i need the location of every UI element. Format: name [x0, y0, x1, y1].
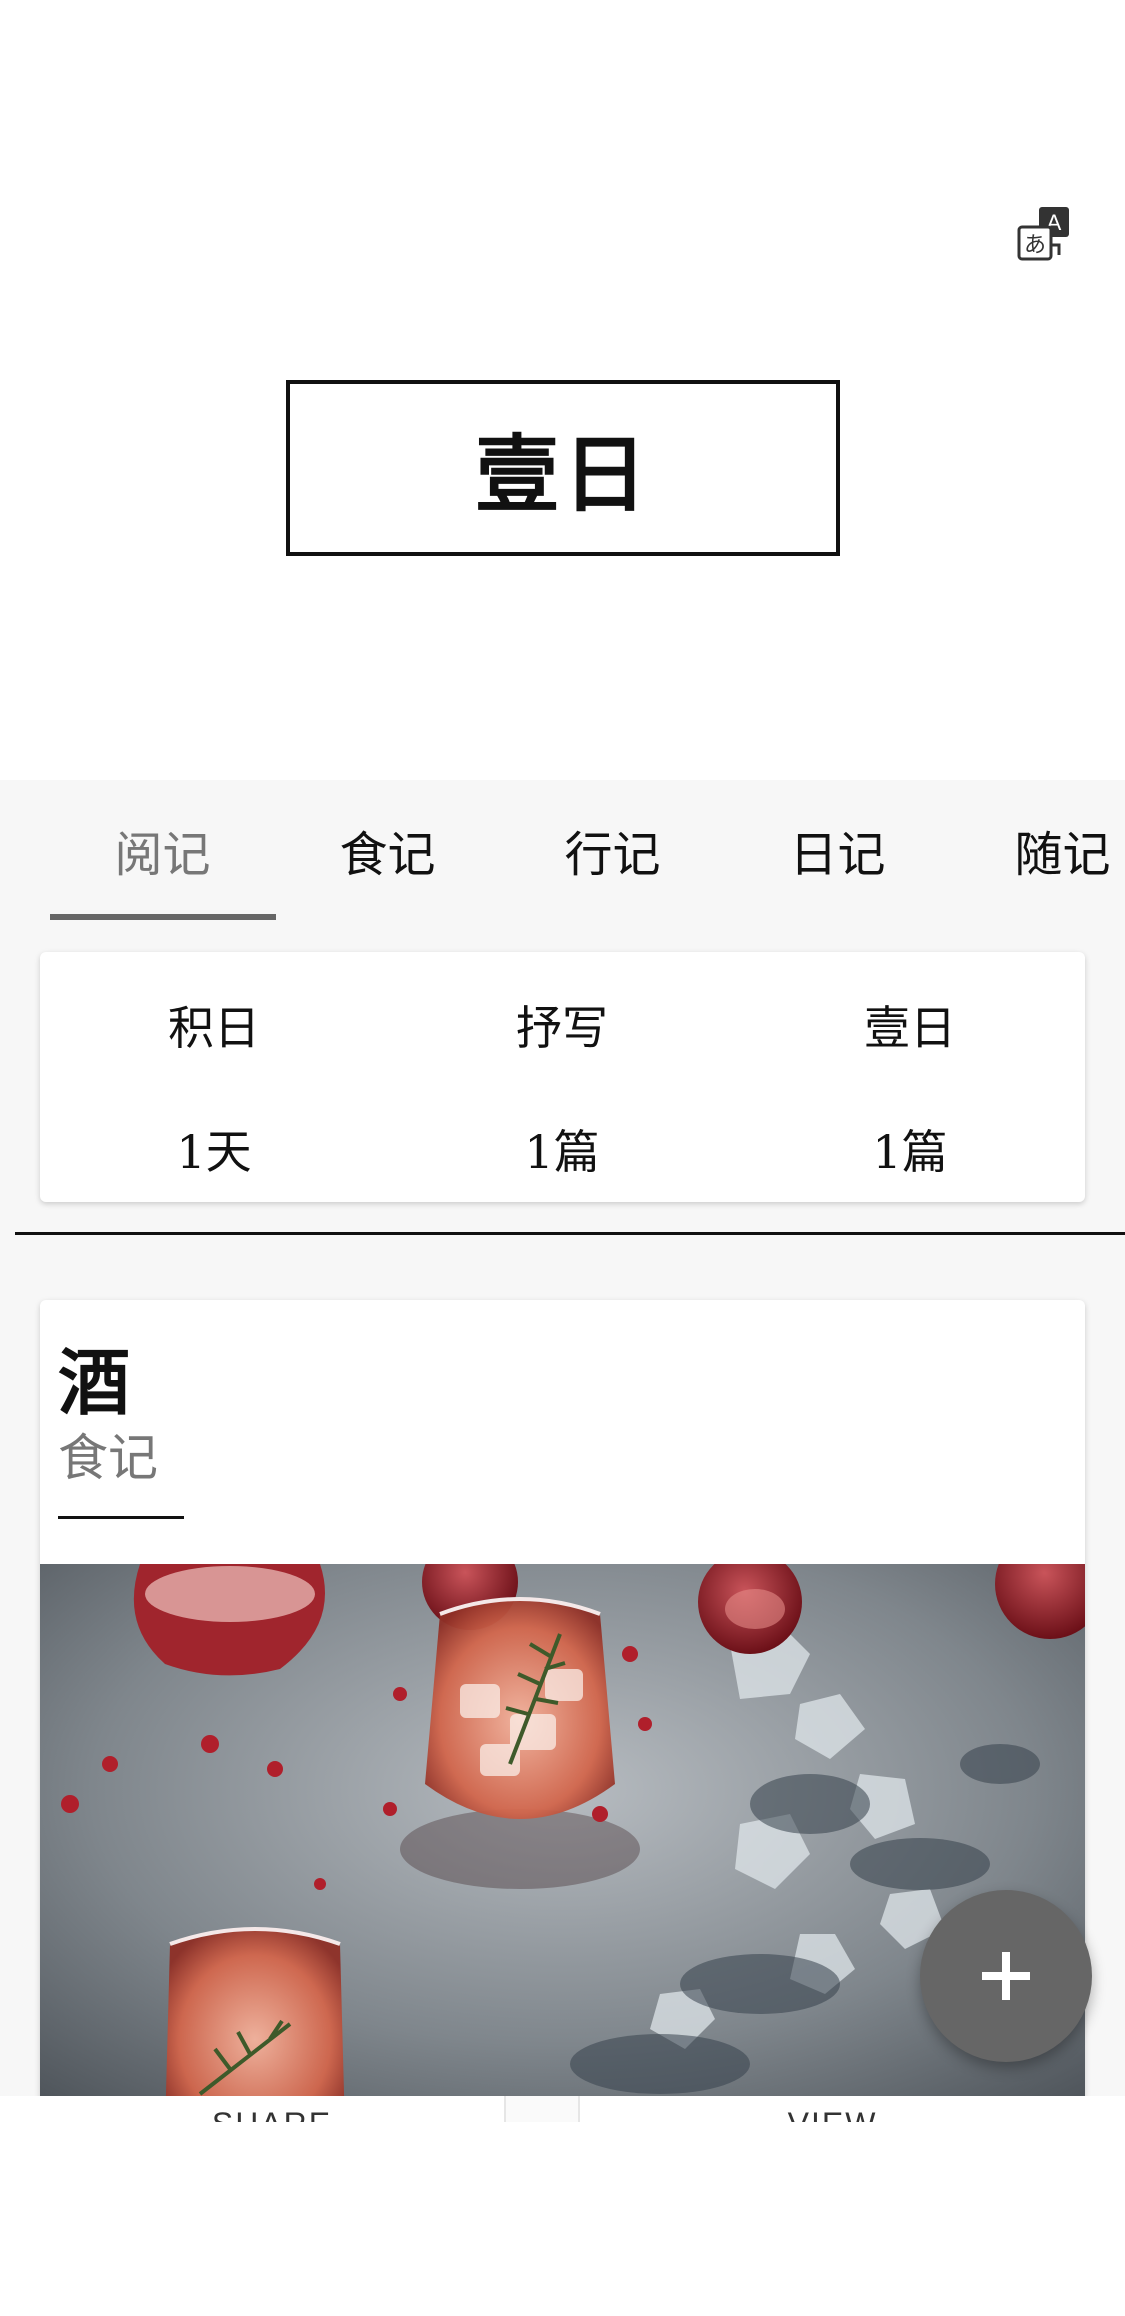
- category-tabs: 阅记 食记 行记 日记 随记: [0, 780, 1125, 922]
- stat-label: 积日: [168, 1001, 260, 1055]
- entry-category: 食记: [58, 1429, 158, 1487]
- entry-title: 酒: [58, 1340, 131, 1425]
- share-button[interactable]: SHARE: [40, 2096, 504, 2122]
- plus-icon: [982, 1952, 1030, 2000]
- stat-entries: 壹日 1篇: [736, 952, 1084, 1202]
- stat-value: 1篇: [872, 1125, 948, 1179]
- stats-card: 积日 1天 抒写 1篇 壹日 1篇: [40, 952, 1085, 1202]
- svg-text:あ: あ: [1024, 233, 1046, 258]
- app-screen: A あ 壹日 阅记 食记 行记 日记 随记 积日 1天 抒写 1篇 壹日 1篇 …: [0, 0, 1125, 2316]
- section-divider: [15, 1232, 1125, 1235]
- tab-notes[interactable]: 随记: [950, 820, 1125, 890]
- tab-reading[interactable]: 阅记: [50, 820, 275, 890]
- stat-value: 1天: [176, 1125, 252, 1179]
- drinks-photo: [40, 1564, 1085, 2096]
- share-button-label: SHARE: [212, 2106, 332, 2122]
- translate-icon: A あ: [1017, 207, 1069, 261]
- view-button[interactable]: VIEW: [580, 2096, 1085, 2122]
- tab-indicator: [50, 914, 276, 920]
- entry-underline: [58, 1516, 184, 1519]
- view-button-label: VIEW: [788, 2106, 878, 2122]
- tab-diary[interactable]: 日记: [725, 820, 950, 890]
- actions-separator: [504, 2096, 580, 2122]
- tab-food[interactable]: 食记: [275, 820, 500, 890]
- stat-label: 壹日: [864, 1001, 956, 1055]
- app-logo-text: 壹日: [474, 424, 651, 524]
- translate-button[interactable]: A あ: [1010, 200, 1080, 270]
- stat-written: 抒写 1篇: [388, 952, 736, 1202]
- stat-value: 1篇: [524, 1125, 600, 1179]
- content-area: 阅记 食记 行记 日记 随记 积日 1天 抒写 1篇 壹日 1篇 酒 食记: [0, 780, 1125, 2096]
- stat-label: 抒写: [516, 1001, 608, 1055]
- tab-travel[interactable]: 行记: [500, 820, 725, 890]
- stat-days: 积日 1天: [40, 952, 388, 1202]
- add-entry-button[interactable]: [920, 1890, 1092, 2062]
- card-actions-bar: SHARE VIEW: [0, 2096, 1125, 2316]
- app-logo: 壹日: [286, 380, 840, 556]
